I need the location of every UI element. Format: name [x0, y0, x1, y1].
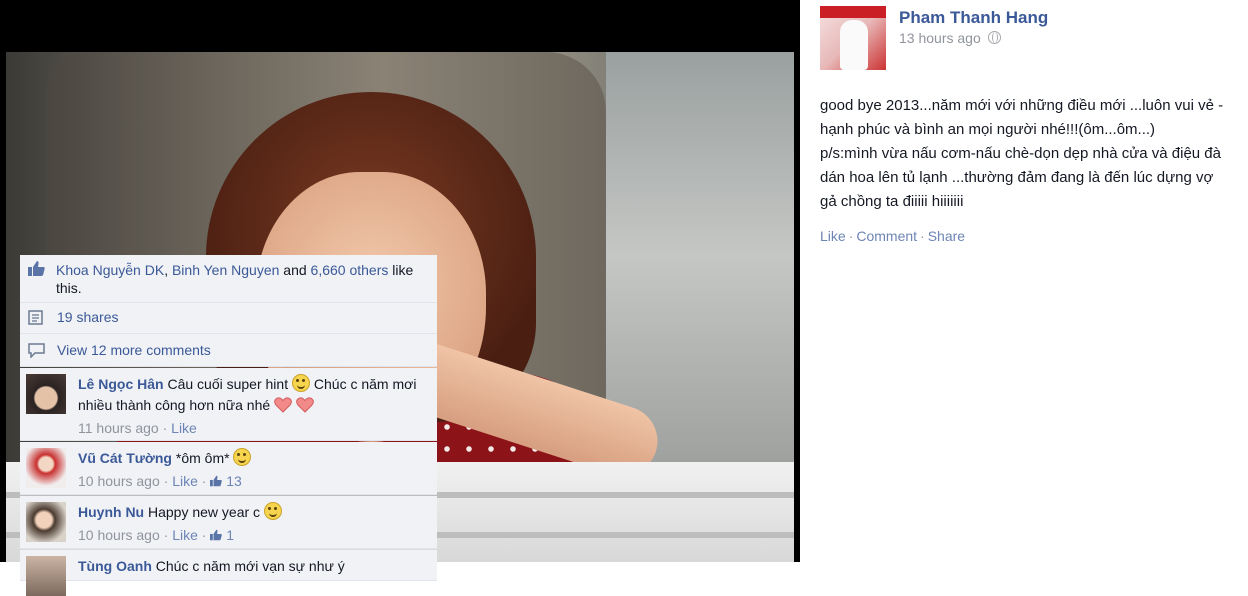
comment-meta: 10 hours ago · Like · 1: [78, 527, 235, 543]
comment-body: Lê Ngọc Hân Câu cuối super hint Chúc c n…: [78, 374, 428, 439]
post-panel: Pham Thanh Hang 13 hours ago good bye 20…: [800, 0, 1248, 562]
commenter-name[interactable]: Tùng Oanh: [78, 558, 152, 574]
post-actions: Like · Comment · Share: [820, 228, 965, 244]
comment-body: Vũ Cát Tường *ôm ôm* 10 hours ago · Like…: [78, 448, 428, 492]
others-link[interactable]: 6,660 others: [311, 262, 389, 278]
comment-text: Câu cuối super hint: [167, 376, 289, 392]
commenter-avatar[interactable]: [26, 556, 66, 596]
comment-text: Happy new year c: [148, 504, 261, 520]
comment-bubble-icon: [28, 343, 45, 358]
smiley-emoji-icon: [292, 374, 310, 392]
heart-emoji-icon: [274, 397, 292, 413]
commenter-avatar[interactable]: [26, 502, 66, 542]
liker-link[interactable]: Binh Yen Nguyen: [172, 262, 279, 278]
post-body: good bye 2013...năm mới với những điều m…: [820, 97, 1224, 210]
comment-text: *ôm ôm*: [175, 450, 230, 466]
comment-meta: 10 hours ago · Like · 13: [78, 473, 242, 489]
comment: Vũ Cát Tường *ôm ôm* 10 hours ago · Like…: [20, 442, 437, 495]
comment: Lê Ngọc Hân Câu cuối super hint Chúc c n…: [20, 368, 437, 441]
comment-meta: 11 hours ago · Like: [78, 420, 197, 436]
author-name[interactable]: Pham Thanh Hang: [899, 8, 1048, 28]
commenter-name[interactable]: Huynh Nu: [78, 504, 144, 520]
comment-body: Huynh Nu Happy new year c 10 hours ago ·…: [78, 502, 428, 546]
thumbs-up-icon: [210, 529, 223, 541]
comment-like-link[interactable]: Like: [171, 420, 197, 436]
text-comma: ,: [164, 262, 172, 278]
heart-emoji-icon: [296, 397, 314, 413]
like-link[interactable]: Like: [820, 228, 846, 244]
comment-link[interactable]: Comment: [856, 228, 917, 244]
avatar-figure: [840, 20, 868, 70]
author-avatar[interactable]: [820, 6, 886, 70]
text-and: and: [279, 262, 311, 278]
more-comments-row: View 12 more comments: [20, 334, 437, 367]
smiley-emoji-icon: [233, 448, 252, 466]
view-more-comments-link[interactable]: View 12 more comments: [57, 342, 211, 358]
action-separator: ·: [848, 228, 854, 244]
globe-icon: [987, 31, 1001, 44]
comment: Huynh Nu Happy new year c 10 hours ago ·…: [20, 496, 437, 549]
comment-like-count[interactable]: 13: [226, 473, 242, 489]
comment-like-link[interactable]: Like: [172, 473, 198, 489]
thumbs-up-icon: [28, 261, 45, 276]
commenter-avatar[interactable]: [26, 374, 66, 414]
commenter-name[interactable]: Vũ Cát Tường: [78, 450, 172, 466]
comment-timestamp[interactable]: 10 hours ago: [78, 527, 160, 543]
comment: Tùng Oanh Chúc c năm mới vạn sự như ý: [20, 550, 437, 596]
liker-link[interactable]: Khoa Nguyễn DK: [56, 262, 164, 278]
smiley-emoji-icon: [263, 502, 282, 520]
share-icon: [28, 310, 43, 325]
commenter-avatar[interactable]: [26, 448, 66, 488]
comment-text: Chúc c năm mới vạn sự như ý: [155, 558, 345, 574]
shares-link[interactable]: 19 shares: [57, 309, 118, 325]
commenter-name[interactable]: Lê Ngọc Hân: [78, 376, 164, 392]
timestamp-row: 13 hours ago: [899, 30, 1001, 46]
thumbs-up-icon: [210, 475, 223, 487]
action-separator: ·: [920, 228, 925, 244]
comment-timestamp[interactable]: 10 hours ago: [78, 473, 160, 489]
likes-summary: Khoa Nguyễn DK, Binh Yen Nguyen and 6,66…: [20, 255, 437, 303]
likes-text: Khoa Nguyễn DK, Binh Yen Nguyen and 6,66…: [56, 261, 431, 297]
comment-like-count[interactable]: 1: [226, 527, 234, 543]
magazine-header-strip: [820, 6, 886, 18]
comment-like-link[interactable]: Like: [172, 527, 198, 543]
shares-summary: 19 shares: [20, 303, 437, 334]
comment-timestamp[interactable]: 11 hours ago: [78, 420, 159, 436]
share-link[interactable]: Share: [928, 228, 965, 244]
post-timestamp[interactable]: 13 hours ago: [899, 30, 981, 46]
comment-body: Tùng Oanh Chúc c năm mới vạn sự như ý: [78, 556, 428, 577]
